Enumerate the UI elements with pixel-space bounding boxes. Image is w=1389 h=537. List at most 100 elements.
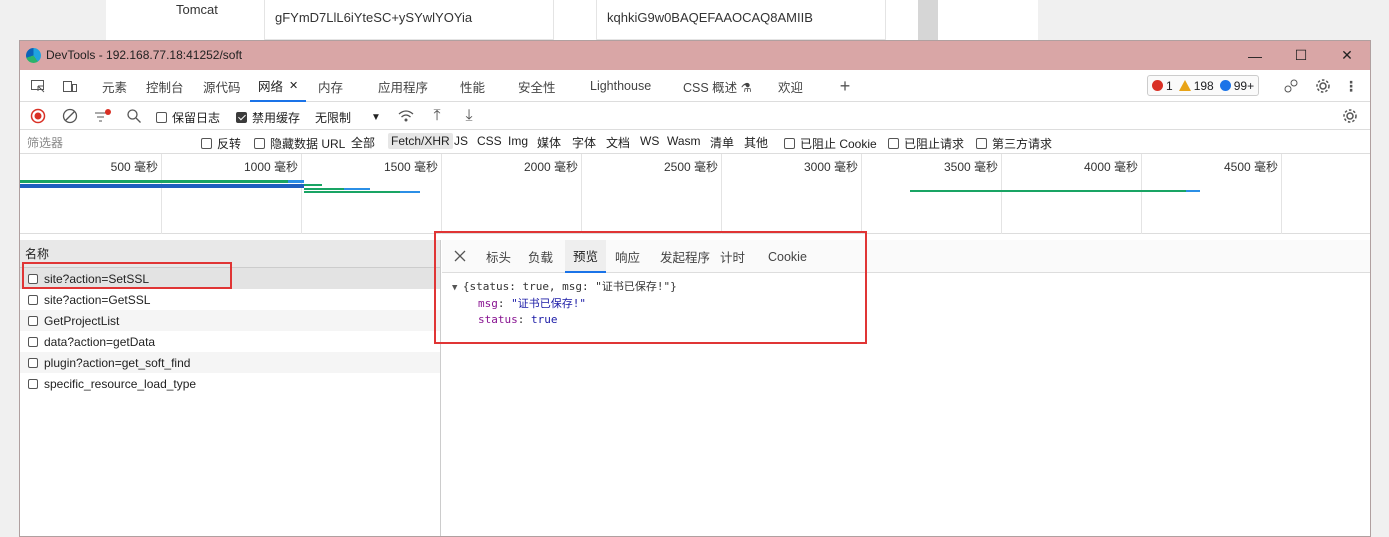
- tab-label: 网络: [258, 79, 284, 94]
- hide-data-urls-label: 隐藏数据 URL: [270, 137, 346, 151]
- request-name: specific_resource_load_type: [44, 376, 197, 391]
- filter-icon[interactable]: [92, 106, 114, 126]
- request-type-icon: [28, 294, 38, 305]
- timeline-tick-label: 2500 毫秒: [663, 160, 718, 174]
- tab-应用程序[interactable]: 应用程序: [370, 70, 436, 102]
- warning-count-text: 198: [1193, 78, 1214, 93]
- message-count: 99+: [1219, 78, 1255, 93]
- hide-data-urls-box[interactable]: [254, 138, 265, 149]
- clear-icon[interactable]: [60, 106, 80, 126]
- filter-type-js[interactable]: JS: [451, 133, 471, 149]
- network-conditions-icon[interactable]: [395, 106, 417, 126]
- more-menu-icon[interactable]: ⋮: [1341, 75, 1361, 97]
- filter-all[interactable]: 全部: [348, 133, 378, 152]
- filter-type-媒体[interactable]: 媒体: [534, 133, 564, 152]
- request-name: site?action=GetSSL: [44, 292, 151, 307]
- inspect-icon[interactable]: [26, 75, 50, 97]
- timeline-gridline: [861, 154, 862, 234]
- network-settings-icon[interactable]: [1339, 106, 1361, 126]
- tab-网络[interactable]: 网络 ✕: [250, 70, 307, 102]
- request-row[interactable]: GetProjectList: [20, 310, 440, 331]
- throttle-value: 无限制: [315, 111, 352, 125]
- filter-type-其他[interactable]: 其他: [741, 133, 771, 152]
- disable-cache-checkbox[interactable]: 禁用缓存: [236, 109, 300, 126]
- blocked-cookies-box[interactable]: [784, 138, 795, 149]
- request-type-icon: [28, 336, 38, 347]
- blocked-requests-label: 已阻止请求: [904, 137, 965, 151]
- request-row[interactable]: site?action=GetSSL: [20, 289, 440, 310]
- warning-count: 198: [1178, 78, 1214, 93]
- error-count: 1: [1152, 79, 1173, 93]
- message-icon: [1219, 80, 1231, 91]
- blocked-requests-box[interactable]: [888, 138, 899, 149]
- filter-type-文档[interactable]: 文档: [603, 133, 633, 152]
- timeline-gridline: [721, 154, 722, 234]
- add-tab-button[interactable]: +: [835, 75, 855, 97]
- timeline-overview[interactable]: 500 毫秒 1000 毫秒 1500 毫秒 2000 毫秒 2500 毫秒 3000 毫…: [20, 154, 1370, 234]
- timeline-bar: [304, 184, 322, 186]
- tab-css-概述[interactable]: CSS 概述 ⚗: [675, 70, 760, 102]
- tab-label: 元素: [102, 80, 128, 95]
- tab-label: 源代码: [203, 80, 241, 95]
- tab-安全性[interactable]: 安全性: [510, 70, 564, 102]
- timeline-tick-label: 1000 毫秒: [243, 160, 298, 174]
- filter-bar: 筛选器 反转 隐藏数据 URL 全部 Fetch/XHR JS CSS Img 媒体 字体…: [20, 130, 1370, 154]
- tab-性能[interactable]: 性能: [452, 70, 493, 102]
- settings-gear-icon[interactable]: [1311, 75, 1335, 97]
- background-gap: [918, 0, 938, 40]
- invert-checkbox[interactable]: 反转: [201, 135, 241, 152]
- hide-data-urls-checkbox[interactable]: 隐藏数据 URL: [254, 135, 345, 152]
- invert-box[interactable]: [201, 138, 212, 149]
- filter-type-wasm[interactable]: Wasm: [664, 133, 704, 149]
- request-row[interactable]: data?action=getData: [20, 331, 440, 352]
- tab-内存[interactable]: 内存: [310, 70, 351, 102]
- third-party-box[interactable]: [976, 138, 987, 149]
- third-party-checkbox[interactable]: 第三方请求: [976, 135, 1052, 152]
- tab-label: 内存: [318, 80, 344, 95]
- maximize-button[interactable]: ☐: [1278, 41, 1324, 70]
- highlight-selected-request: [22, 262, 232, 289]
- filter-type-ws[interactable]: WS: [637, 133, 662, 149]
- export-har-icon[interactable]: ⤓: [459, 106, 479, 126]
- disable-cache-box[interactable]: [236, 112, 247, 123]
- main-toolbar: 元素 控制台 源代码 网络 ✕ 内存 应用程序 性能 安全性 Lighthouse CSS 概述 ⚗…: [20, 70, 1370, 102]
- device-toolbar-icon[interactable]: [58, 75, 82, 97]
- request-row[interactable]: specific_resource_load_type: [20, 373, 440, 394]
- filter-input[interactable]: 筛选器: [24, 133, 66, 152]
- customize-icon[interactable]: [1279, 75, 1303, 97]
- filter-type-img[interactable]: Img: [505, 133, 531, 149]
- close-tab-icon[interactable]: ✕: [289, 79, 298, 92]
- close-button[interactable]: ✕: [1324, 41, 1370, 70]
- filter-type-css[interactable]: CSS: [474, 133, 505, 149]
- timeline-tick-label: 4500 毫秒: [1223, 160, 1278, 174]
- tab-lighthouse[interactable]: Lighthouse: [582, 70, 659, 102]
- tab-源代码[interactable]: 源代码: [195, 70, 249, 102]
- title-bar[interactable]: DevTools - 192.168.77.18:41252/soft — ☐ …: [20, 41, 1370, 70]
- tab-label: Lighthouse: [590, 79, 652, 93]
- blocked-requests-checkbox[interactable]: 已阻止请求: [888, 135, 964, 152]
- throttle-select[interactable]: 无限制 ▼: [315, 109, 381, 126]
- filter-type-fetch-xhr[interactable]: Fetch/XHR: [388, 133, 453, 149]
- preserve-log-box[interactable]: [156, 112, 167, 123]
- timeline-tick-label: 2000 毫秒: [523, 160, 578, 174]
- message-count-text: 99+: [1233, 78, 1255, 93]
- search-icon[interactable]: [124, 106, 144, 126]
- minimize-button[interactable]: —: [1232, 41, 1278, 70]
- timeline-bar: [288, 180, 304, 183]
- request-type-icon: [28, 315, 38, 326]
- timeline-gridline: [581, 154, 582, 234]
- tab-欢迎[interactable]: 欢迎: [770, 70, 811, 102]
- import-har-icon[interactable]: ⤒: [427, 106, 447, 126]
- timeline-bar: [910, 190, 1186, 192]
- preserve-log-checkbox[interactable]: 保留日志: [156, 109, 220, 126]
- filter-type-清单[interactable]: 清单: [707, 133, 737, 152]
- issues-badge[interactable]: 1 198 99+: [1147, 75, 1260, 96]
- error-count-text: 1: [1166, 78, 1173, 93]
- tab-控制台[interactable]: 控制台: [138, 70, 192, 102]
- tab-元素[interactable]: 元素: [94, 70, 135, 102]
- request-row[interactable]: plugin?action=get_soft_find: [20, 352, 440, 373]
- record-stop-icon[interactable]: [28, 106, 48, 126]
- background-panel-right: [938, 0, 1038, 40]
- blocked-cookies-checkbox[interactable]: 已阻止 Cookie: [784, 135, 877, 152]
- filter-type-字体[interactable]: 字体: [569, 133, 599, 152]
